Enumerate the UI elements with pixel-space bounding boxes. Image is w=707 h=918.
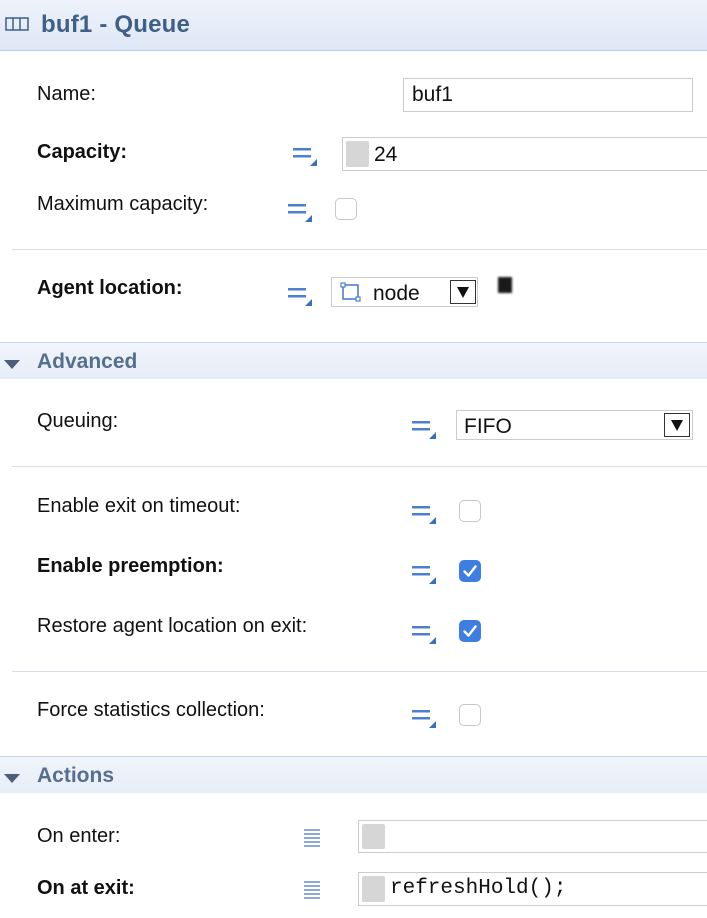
- static-value-icon[interactable]: [411, 563, 437, 585]
- dropdown-button[interactable]: [664, 413, 690, 437]
- checkmark-icon: [463, 625, 477, 637]
- static-value-icon[interactable]: [411, 623, 437, 645]
- restore-location-label: Restore agent location on exit:: [37, 615, 308, 637]
- max-capacity-label: Maximum capacity:: [37, 193, 209, 215]
- title-bar: buf1 - Queue: [0, 0, 707, 51]
- on-enter-label: On enter:: [37, 825, 121, 847]
- actions-section-header[interactable]: Actions: [0, 756, 707, 793]
- chevron-down-icon: [457, 287, 469, 298]
- chevron-down-icon: [671, 420, 683, 431]
- force-stats-checkbox[interactable]: [459, 704, 481, 726]
- agent-location-value: node: [373, 282, 420, 305]
- checkmark-icon: [463, 565, 477, 577]
- value-chip: [362, 824, 385, 849]
- preemption-label: Enable preemption:: [37, 555, 224, 577]
- name-value: buf1: [412, 83, 453, 106]
- static-value-icon[interactable]: [287, 201, 313, 223]
- max-capacity-checkbox[interactable]: [335, 198, 357, 220]
- on-enter-field[interactable]: [358, 820, 707, 853]
- actions-section-title: Actions: [37, 764, 115, 787]
- advanced-section-title: Advanced: [37, 350, 138, 373]
- node-icon: [340, 282, 361, 302]
- code-editor-icon[interactable]: [303, 879, 321, 901]
- on-at-exit-label: On at exit:: [37, 877, 135, 899]
- exit-timeout-label: Enable exit on timeout:: [37, 495, 241, 517]
- queuing-value: FIFO: [464, 415, 512, 438]
- static-value-icon[interactable]: [287, 285, 313, 307]
- static-value-icon[interactable]: [411, 707, 437, 729]
- capacity-label: Capacity:: [37, 141, 128, 163]
- restore-location-checkbox[interactable]: [459, 620, 481, 642]
- select-location-button[interactable]: [498, 277, 512, 293]
- agent-location-label: Agent location:: [37, 277, 183, 299]
- dropdown-button[interactable]: [450, 280, 476, 304]
- divider: [12, 671, 707, 672]
- name-field[interactable]: buf1: [403, 78, 693, 112]
- agent-location-dropdown[interactable]: node: [331, 277, 478, 307]
- divider: [12, 249, 707, 250]
- capacity-value: 24: [374, 143, 398, 166]
- on-at-exit-value: refreshHold();: [390, 877, 567, 900]
- static-value-icon[interactable]: [292, 145, 318, 167]
- value-chip: [346, 141, 369, 167]
- static-value-icon[interactable]: [411, 503, 437, 525]
- queuing-label: Queuing:: [37, 410, 119, 432]
- static-value-icon[interactable]: [411, 418, 437, 440]
- collapse-arrow-icon[interactable]: [4, 774, 20, 783]
- name-label: Name:: [37, 83, 96, 105]
- divider: [12, 466, 707, 467]
- advanced-section-header[interactable]: Advanced: [0, 342, 707, 379]
- queue-icon: [5, 17, 29, 31]
- collapse-arrow-icon[interactable]: [4, 360, 20, 369]
- on-at-exit-field[interactable]: refreshHold();: [358, 872, 707, 906]
- code-editor-icon[interactable]: [303, 827, 321, 849]
- queuing-dropdown[interactable]: FIFO: [456, 410, 693, 440]
- force-stats-label: Force statistics collection:: [37, 699, 265, 721]
- preemption-checkbox[interactable]: [459, 560, 481, 582]
- page-title: buf1 - Queue: [41, 11, 191, 38]
- exit-timeout-checkbox[interactable]: [459, 500, 481, 522]
- capacity-field[interactable]: 24: [342, 137, 707, 171]
- value-chip: [362, 876, 385, 902]
